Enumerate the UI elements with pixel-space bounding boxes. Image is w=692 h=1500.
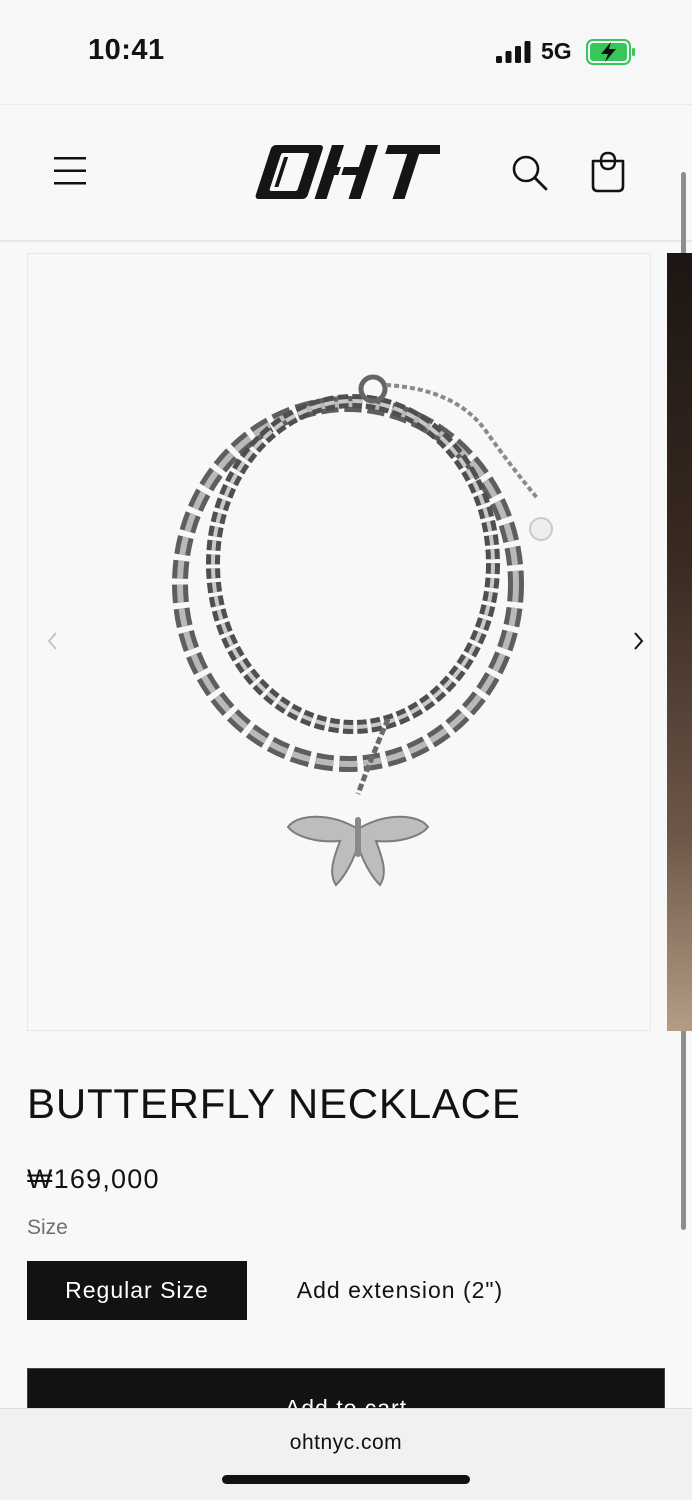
battery-charging-icon	[586, 39, 635, 65]
product-title: BUTTERFLY NECKLACE	[27, 1080, 521, 1127]
product-gallery[interactable]	[27, 253, 651, 1031]
size-label: Size	[27, 1216, 68, 1239]
site-header	[0, 104, 692, 242]
home-indicator	[222, 1475, 470, 1484]
browser-address-bar[interactable]: ohtnyc.com	[0, 1409, 692, 1500]
chevron-left-icon[interactable]	[41, 628, 65, 654]
network-type: 5G	[541, 38, 572, 64]
next-gallery-image[interactable]	[667, 253, 692, 1031]
size-option-label: Regular Size	[65, 1277, 209, 1303]
size-option-label: Add extension (2")	[296, 1277, 504, 1303]
product-price: ₩169,000	[27, 1164, 160, 1194]
product-image[interactable]	[158, 359, 558, 899]
cellular-signal-icon	[496, 41, 531, 63]
status-time: 10:41	[88, 34, 165, 66]
status-bar: 10:41 5G	[0, 0, 692, 104]
url-text[interactable]: ohtnyc.com	[0, 1431, 692, 1455]
size-option-extension[interactable]: Add extension (2")	[270, 1261, 530, 1320]
brand-logo[interactable]	[250, 139, 440, 205]
size-option-regular[interactable]: Regular Size	[27, 1261, 247, 1320]
shopping-bag-icon[interactable]	[586, 149, 630, 195]
hamburger-menu-icon[interactable]	[50, 153, 90, 189]
search-icon[interactable]	[508, 151, 552, 195]
chevron-right-icon[interactable]	[626, 628, 650, 654]
